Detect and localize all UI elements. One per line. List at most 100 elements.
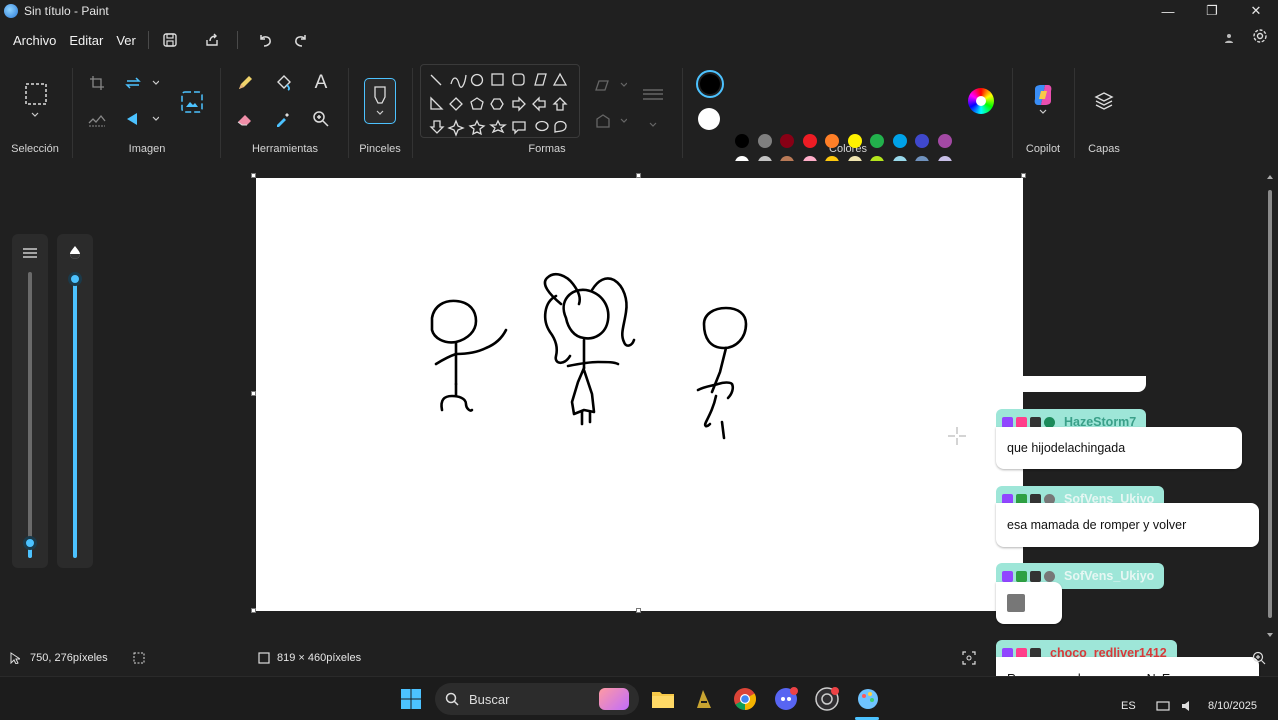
star-four-shape-icon[interactable] [447, 119, 465, 137]
group-copilot: Copilot [1014, 62, 1072, 160]
magnifier-icon[interactable] [308, 106, 334, 132]
file-explorer-icon[interactable] [650, 686, 676, 712]
label-formas: Formas [528, 143, 566, 155]
canvas-handle[interactable] [1021, 173, 1026, 178]
color-picker-icon[interactable] [270, 106, 296, 132]
discord-icon[interactable] [773, 686, 799, 712]
curve-shape-icon[interactable] [450, 74, 467, 88]
outline-style-icon[interactable] [590, 72, 630, 98]
primary-color-button[interactable] [696, 70, 724, 98]
arrow-left-shape-icon[interactable] [532, 96, 546, 112]
opacity-slider[interactable] [57, 234, 93, 568]
label-colores: Colores [829, 143, 867, 155]
color-swatch[interactable] [735, 134, 749, 148]
secondary-color-button[interactable] [698, 108, 720, 130]
pentagon-shape-icon[interactable] [470, 97, 484, 110]
color-swatch[interactable] [825, 134, 839, 148]
color-swatch[interactable] [757, 134, 772, 148]
network-icon[interactable] [1156, 699, 1170, 717]
diamond-shape-icon[interactable] [449, 97, 463, 111]
arrow-right-shape-icon[interactable] [512, 96, 526, 112]
line-shape-icon[interactable] [430, 74, 442, 86]
settings-gear-icon[interactable] [1252, 28, 1268, 49]
remove-background-icon[interactable] [84, 106, 110, 132]
fit-to-window-icon[interactable] [962, 651, 976, 668]
color-swatch[interactable] [780, 134, 794, 148]
edit-colors-icon[interactable] [968, 88, 994, 114]
canvas-handle[interactable] [251, 608, 256, 613]
color-swatch[interactable] [847, 134, 862, 148]
color-swatch[interactable] [802, 134, 817, 148]
drawing-canvas[interactable] [256, 178, 1023, 611]
rounded-rectangle-shape-icon[interactable] [512, 73, 525, 86]
pencil-icon[interactable] [232, 70, 258, 96]
copilot-icon[interactable] [1030, 82, 1056, 108]
menu-ver[interactable]: Ver [116, 33, 136, 48]
arrow-down-shape-icon[interactable] [429, 120, 445, 134]
badge-icon [1016, 570, 1027, 582]
star-five-shape-icon[interactable] [468, 119, 486, 136]
size-slider-knob[interactable] [23, 536, 37, 550]
flip-icon[interactable] [122, 106, 162, 132]
chrome-icon[interactable] [732, 686, 758, 712]
callout-cloud-shape-icon[interactable] [554, 120, 567, 133]
polygon-shape-icon[interactable] [534, 73, 547, 86]
canvas-size-icon [258, 652, 270, 667]
color-swatch[interactable] [937, 134, 952, 148]
fill-style-icon[interactable] [590, 108, 630, 134]
opacity-slider-knob[interactable] [68, 272, 82, 286]
rectangle-shape-icon[interactable] [491, 73, 504, 86]
canvas-handle[interactable] [251, 391, 256, 396]
star-six-shape-icon[interactable] [489, 119, 507, 134]
right-triangle-shape-icon[interactable] [430, 96, 444, 110]
brush-icon[interactable] [364, 78, 396, 124]
callout-rect-shape-icon[interactable] [512, 121, 526, 135]
tray-date[interactable]: 8/10/2025 [1208, 700, 1257, 712]
account-icon[interactable] [1224, 30, 1234, 48]
resize-icon[interactable] [122, 70, 162, 96]
callout-oval-shape-icon[interactable] [535, 120, 549, 132]
language-indicator[interactable]: ES [1121, 700, 1136, 712]
canvas-handle[interactable] [636, 608, 641, 613]
close-button[interactable]: ✕ [1234, 0, 1278, 22]
canvas-handle[interactable] [251, 173, 256, 178]
hexagon-shape-icon[interactable] [490, 98, 504, 110]
text-tool-icon[interactable]: A [308, 70, 334, 96]
label-herramientas: Herramientas [251, 143, 319, 155]
windows-start-icon[interactable] [398, 686, 424, 712]
select-rectangle-icon[interactable] [22, 80, 50, 108]
obs-icon[interactable] [814, 686, 840, 712]
brush-size-slider[interactable] [12, 234, 48, 568]
app-icon[interactable] [691, 686, 717, 712]
chevron-down-icon[interactable] [22, 108, 48, 122]
fill-bucket-icon[interactable] [270, 70, 296, 96]
image-generator-icon[interactable] [178, 88, 206, 116]
arrow-up-shape-icon[interactable] [552, 97, 568, 111]
color-swatch[interactable] [892, 134, 907, 148]
layers-icon[interactable] [1091, 88, 1117, 114]
taskbar-search[interactable]: Buscar [435, 683, 639, 715]
paint-taskbar-icon[interactable] [855, 686, 881, 712]
share-icon[interactable] [197, 28, 227, 52]
oval-shape-icon[interactable] [470, 73, 484, 87]
canvas-handle[interactable] [636, 173, 641, 178]
shape-size-icon[interactable] [638, 82, 668, 108]
taskbar: Buscar ES 8/10/2025 [0, 676, 1278, 720]
copilot-chevron-icon[interactable] [1030, 106, 1056, 118]
color-swatch[interactable] [915, 134, 929, 148]
save-icon[interactable] [155, 28, 185, 52]
color-swatch[interactable] [870, 134, 884, 148]
shape-size-chevron-icon[interactable] [640, 112, 666, 138]
undo-icon[interactable] [250, 28, 280, 52]
minimize-button[interactable]: — [1146, 0, 1190, 22]
crop-icon[interactable] [84, 70, 110, 96]
menu-editar[interactable]: Editar [69, 33, 103, 48]
volume-icon[interactable] [1180, 699, 1194, 717]
restore-button[interactable]: ❐ [1190, 0, 1234, 22]
scroll-up-icon[interactable] [1266, 168, 1274, 179]
triangle-shape-icon[interactable] [552, 72, 568, 86]
eraser-icon[interactable] [232, 106, 258, 132]
redo-icon[interactable] [286, 28, 316, 52]
menu-archivo[interactable]: Archivo [13, 33, 56, 48]
zoom-in-icon[interactable] [1252, 651, 1266, 668]
